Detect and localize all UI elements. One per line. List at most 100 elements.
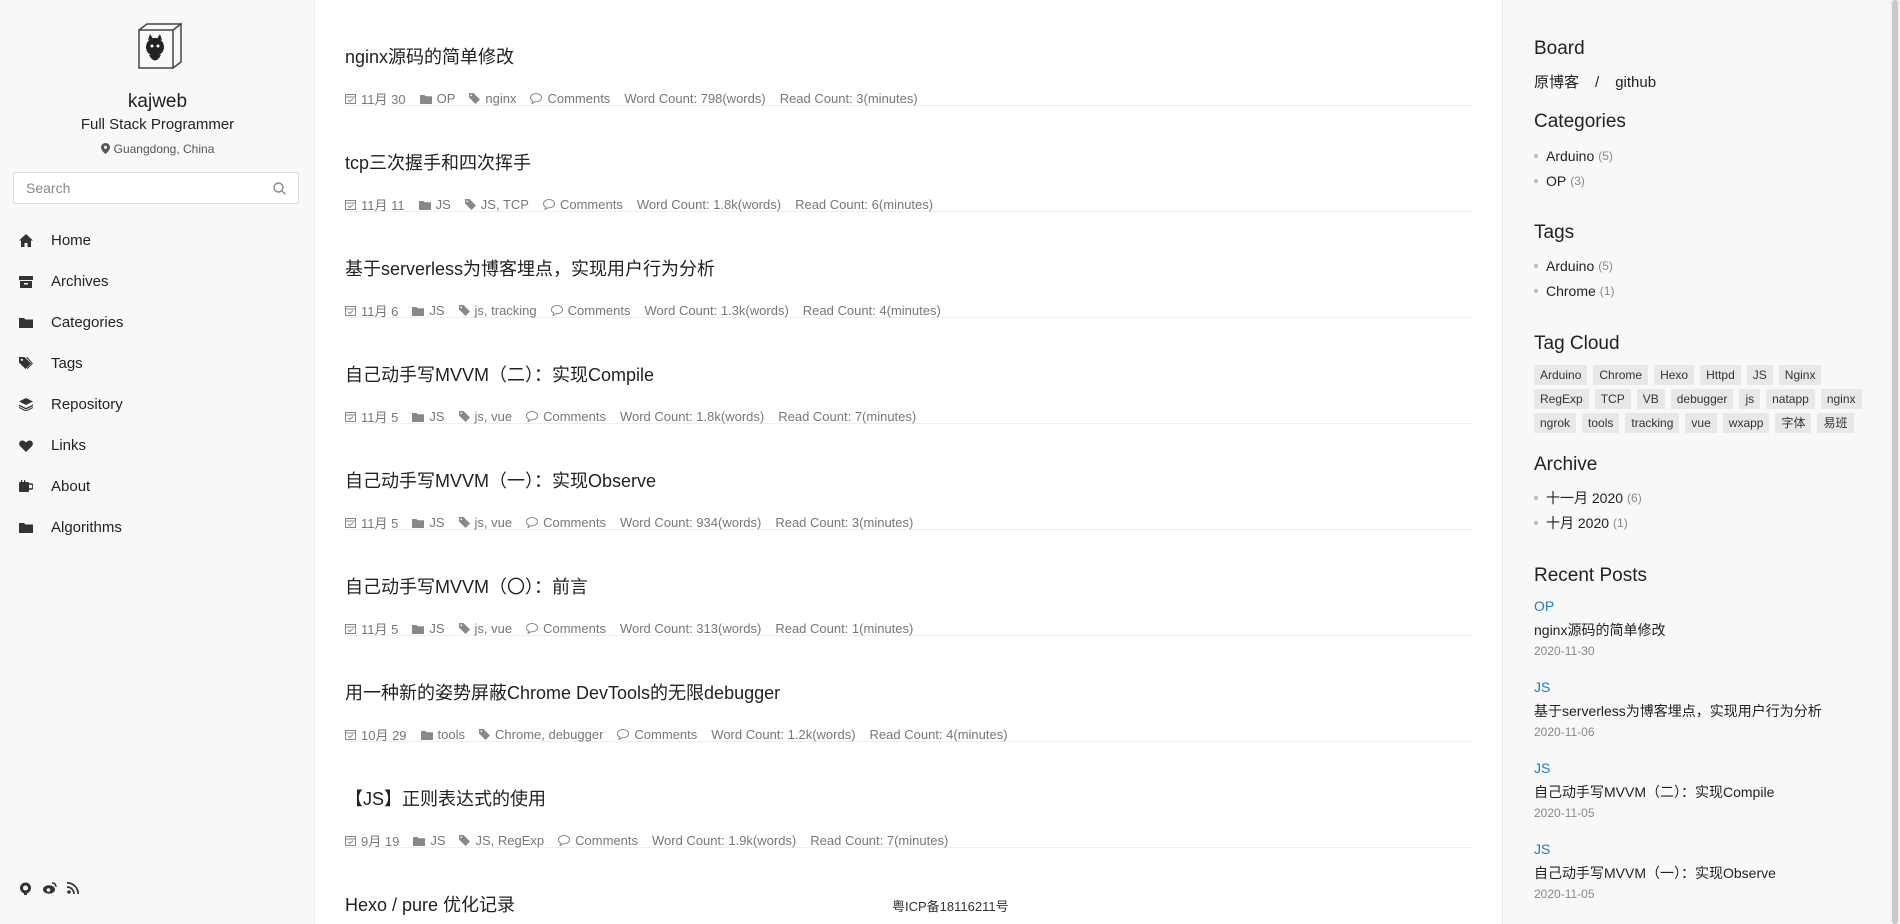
tag-cloud-item[interactable]: JS xyxy=(1746,365,1773,385)
post-title[interactable]: 自己动手写MVVM（〇）：前言 xyxy=(345,573,588,599)
tag-cloud-item[interactable]: tools xyxy=(1582,413,1620,433)
post-title[interactable]: 用一种新的姿势屏蔽Chrome DevTools的无限debugger xyxy=(345,679,780,705)
tag-cloud-item[interactable]: Chrome xyxy=(1593,365,1649,385)
post-item: 自己动手写MVVM（一）：实现Observe 11月 5 JS js, vue … xyxy=(345,424,1473,531)
post-word-count: Word Count: 313(words) xyxy=(619,621,762,636)
nav-item-home[interactable]: Home xyxy=(0,220,315,261)
post-category-link[interactable]: JS xyxy=(429,515,444,530)
post-tags-link[interactable]: nginx xyxy=(485,91,516,106)
recent-post-title[interactable]: 自己动手写MVVM（二）：实现Compile xyxy=(1534,782,1774,802)
tag-cloud-item[interactable]: ngrok xyxy=(1534,413,1577,433)
post-category-link[interactable]: JS xyxy=(429,409,444,424)
post-category-link[interactable]: JS xyxy=(436,197,451,212)
post-category: OP xyxy=(419,91,456,106)
post-tags-link[interactable]: JS, TCP xyxy=(481,197,529,212)
post-category-link[interactable]: JS xyxy=(429,621,444,636)
tag-cloud-item[interactable]: RegExp xyxy=(1534,389,1589,409)
tag-cloud-item[interactable]: Httpd xyxy=(1700,365,1741,385)
tag-cloud-item[interactable]: 易班 xyxy=(1817,413,1854,433)
tag-item[interactable]: Arduino (5) xyxy=(1534,253,1614,278)
post-title[interactable]: Hexo / pure 优化记录 xyxy=(345,891,515,917)
tag-cloud-item[interactable]: wxapp xyxy=(1722,413,1770,433)
recent-post-category[interactable]: OP xyxy=(1534,598,1554,614)
weibo-icon[interactable] xyxy=(43,882,57,896)
tag-cloud-item[interactable]: debugger xyxy=(1670,389,1734,409)
archive-label: 十一月 2020 xyxy=(1546,489,1624,506)
nav-item-repository[interactable]: Repository xyxy=(0,384,315,425)
post-title[interactable]: tcp三次握手和四次挥手 xyxy=(345,149,531,175)
tag-cloud-item[interactable]: Arduino xyxy=(1534,365,1588,385)
tag-cloud-item[interactable]: js xyxy=(1739,389,1761,409)
folder-icon xyxy=(419,94,432,104)
recent-post-title[interactable]: 自己动手写MVVM（一）：实现Observe xyxy=(1534,863,1776,883)
tag-cloud-item[interactable]: Hexo xyxy=(1654,365,1695,385)
github-icon[interactable] xyxy=(19,882,33,896)
recent-post-category[interactable]: JS xyxy=(1534,679,1550,695)
category-item[interactable]: OP (3) xyxy=(1534,168,1613,193)
post-comments-link[interactable]: Comments xyxy=(634,727,697,742)
archive-item[interactable]: 十一月 2020 (6) xyxy=(1534,485,1642,510)
nav-item-about[interactable]: About xyxy=(0,466,315,507)
nav-item-archives[interactable]: Archives xyxy=(0,261,315,302)
recent-post-title[interactable]: 基于serverless为博客埋点，实现用户行为分析 xyxy=(1534,701,1822,721)
board-link-old-blog[interactable]: 原博客 xyxy=(1534,74,1579,91)
tag-cloud-item[interactable]: 字体 xyxy=(1775,413,1812,433)
scrollbar[interactable] xyxy=(1890,0,1900,924)
calendar-icon xyxy=(345,200,356,210)
tag-cloud-item[interactable]: tracking xyxy=(1625,413,1680,433)
post-title[interactable]: 自己动手写MVVM（二）：实现Compile xyxy=(345,361,654,387)
board-link-github[interactable]: github xyxy=(1615,74,1656,91)
tag-cloud-item[interactable]: nginx xyxy=(1820,389,1862,409)
tag-icon xyxy=(464,199,476,210)
post-comments-link[interactable]: Comments xyxy=(543,409,606,424)
tag-cloud-item[interactable]: VB xyxy=(1636,389,1665,409)
post-title[interactable]: 【JS】正则表达式的使用 xyxy=(345,785,546,811)
post-category-link[interactable]: tools xyxy=(438,727,465,742)
nav-item-links[interactable]: Links xyxy=(0,425,315,466)
nav-item-algorithms[interactable]: Algorithms xyxy=(0,507,315,548)
post-comments-link[interactable]: Comments xyxy=(575,833,638,848)
scrollbar-thumb[interactable] xyxy=(1892,0,1898,924)
post-tags-link[interactable]: js, vue xyxy=(475,621,513,636)
post-comments-link[interactable]: Comments xyxy=(543,621,606,636)
category-item[interactable]: Arduino (5) xyxy=(1534,143,1613,168)
post-tags-link[interactable]: JS, RegExp xyxy=(475,833,544,848)
search-input[interactable] xyxy=(14,173,254,203)
nav-item-categories[interactable]: Categories xyxy=(0,302,315,343)
tag-cloud-item[interactable]: Nginx xyxy=(1778,365,1822,385)
nav-item-tags[interactable]: Tags xyxy=(0,343,315,384)
recent-post-category[interactable]: JS xyxy=(1534,760,1550,776)
rss-icon[interactable] xyxy=(67,882,81,896)
post-tags-link[interactable]: Chrome, debugger xyxy=(495,727,603,742)
icp-record[interactable]: 粤ICP备18116211号 xyxy=(892,896,1009,915)
post-title[interactable]: 基于serverless为博客埋点，实现用户行为分析 xyxy=(345,255,715,281)
post-category-link[interactable]: JS xyxy=(430,833,445,848)
post-item: 【JS】正则表达式的使用 9月 19 JS JS, RegExp Comment… xyxy=(345,742,1473,849)
post-comments-link[interactable]: Comments xyxy=(543,515,606,530)
recent-post-date: 2020-11-30 xyxy=(1534,644,1595,658)
tag-cloud-title: Tag Cloud xyxy=(1534,333,1620,354)
search-icon[interactable] xyxy=(273,182,286,195)
post-comments-link[interactable]: Comments xyxy=(547,91,610,106)
post-category-link[interactable]: OP xyxy=(437,91,456,106)
recent-post-category[interactable]: JS xyxy=(1534,841,1550,857)
tag-item[interactable]: Chrome (1) xyxy=(1534,278,1614,303)
post-tags-link[interactable]: js, vue xyxy=(475,409,513,424)
post-category-link[interactable]: JS xyxy=(429,303,444,318)
tag-cloud-item[interactable]: TCP xyxy=(1594,389,1631,409)
archive-item[interactable]: 十月 2020 (1) xyxy=(1534,510,1642,535)
post-title[interactable]: nginx源码的简单修改 xyxy=(345,43,514,69)
post-tags-link[interactable]: js, tracking xyxy=(475,303,537,318)
tag-cloud-item[interactable]: natapp xyxy=(1766,389,1815,409)
board-separator: / xyxy=(1595,74,1600,91)
tag-count: (1) xyxy=(1599,283,1615,298)
author-subtitle: Full Stack Programmer xyxy=(80,116,235,133)
post-title[interactable]: 自己动手写MVVM（一）：实现Observe xyxy=(345,467,656,493)
avatar[interactable] xyxy=(130,22,182,74)
recent-post-title[interactable]: nginx源码的简单修改 xyxy=(1534,620,1665,640)
post-tags-link[interactable]: js, vue xyxy=(475,515,513,530)
post-comments-link[interactable]: Comments xyxy=(560,197,623,212)
tag-cloud-item[interactable]: vue xyxy=(1685,413,1717,433)
tags-title: Tags xyxy=(1534,222,1575,243)
post-comments-link[interactable]: Comments xyxy=(568,303,631,318)
